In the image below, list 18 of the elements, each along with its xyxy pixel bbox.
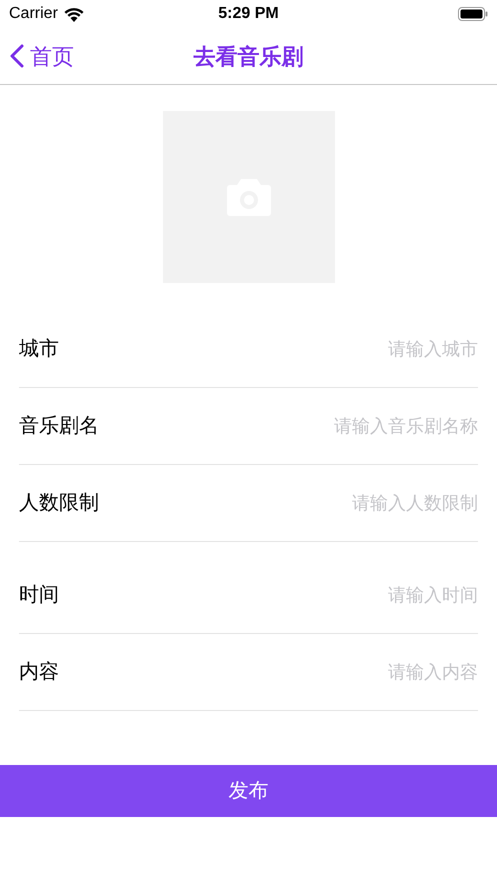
input-field[interactable]: 请输入音乐剧名称 bbox=[115, 412, 478, 440]
back-button[interactable]: 首页 bbox=[0, 40, 74, 72]
input-field[interactable]: 请输入时间 bbox=[75, 582, 478, 608]
chevron-left-icon bbox=[10, 44, 24, 68]
wifi-icon bbox=[64, 6, 84, 22]
submit-button[interactable]: 发布 bbox=[0, 765, 497, 817]
field-label: 城市 bbox=[19, 337, 59, 362]
nav-title: 去看音乐剧 bbox=[194, 42, 304, 70]
input-field[interactable]: 请输入人数限制 bbox=[115, 490, 478, 516]
field-label: 时间 bbox=[19, 583, 59, 608]
carrier-label: Carrier bbox=[9, 4, 58, 24]
field-label: 人数限制 bbox=[19, 491, 99, 516]
field-label: 内容 bbox=[19, 660, 59, 685]
input-field[interactable]: 请输入城市 bbox=[75, 336, 478, 362]
field-label: 音乐剧名 bbox=[19, 414, 99, 439]
status-time: 5:29 PM bbox=[218, 4, 279, 24]
battery-icon bbox=[458, 7, 488, 21]
input-field[interactable]: 请输入内容 bbox=[75, 658, 478, 686]
